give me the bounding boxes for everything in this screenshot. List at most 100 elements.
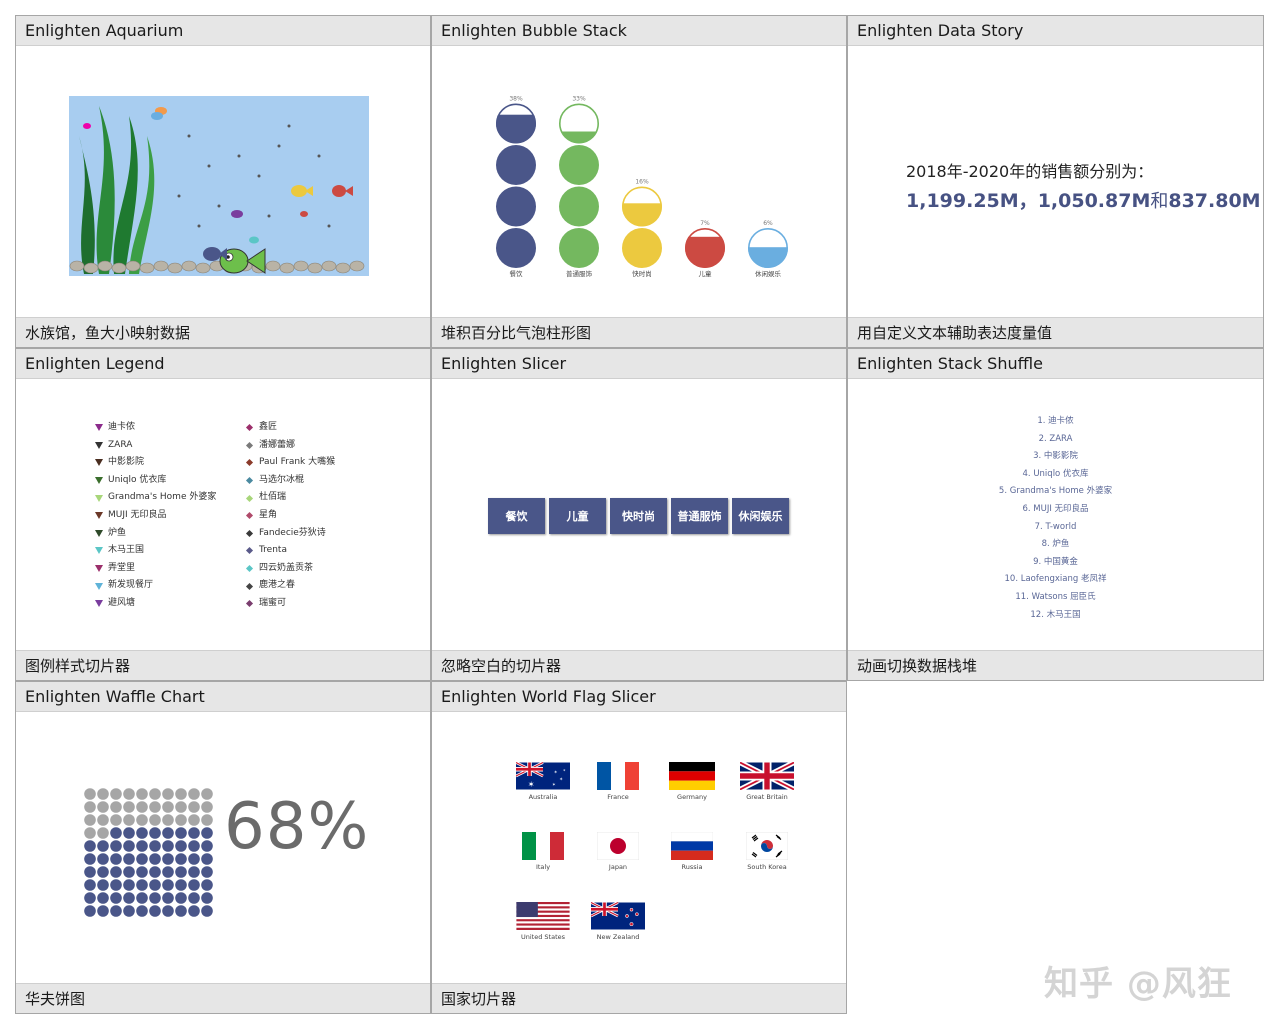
legend-item[interactable]: Trenta [245, 542, 335, 560]
flag-item-japan[interactable]: Japan [578, 832, 658, 871]
france-flag-icon [597, 762, 639, 790]
legend-item[interactable]: 新发现餐厅 [95, 577, 216, 595]
flag-item-australia[interactable]: ✶ ✶ ✶ ✶ ✶ Australia [503, 762, 583, 801]
card-title: Enlighten Aquarium [16, 16, 430, 46]
legend-item[interactable]: Grandma's Home 外婆家 [95, 489, 216, 507]
list-item[interactable]: 1. 迪卡侬 [848, 413, 1263, 431]
legend-item[interactable]: 瑞蜜可 [245, 595, 335, 613]
list-item[interactable]: 7. T-world [848, 519, 1263, 537]
flag-item-italy[interactable]: Italy [503, 832, 583, 871]
waffle-dot [123, 827, 135, 839]
waffle-dot [175, 840, 187, 852]
legend-item[interactable]: 中影影院 [95, 454, 216, 472]
list-item[interactable]: 3. 中影影院 [848, 448, 1263, 466]
waffle-dot [162, 801, 174, 813]
story-text: 2018年-2020年的销售额分别为： 1,199.25M，1,050.87M和… [906, 158, 1261, 213]
slicer-button-kuaishishang[interactable]: 快时尚 [610, 498, 667, 534]
list-item[interactable]: 5. Grandma's Home 外婆家 [848, 483, 1263, 501]
triangle-icon [95, 547, 103, 555]
slicer-visual: 餐饮 儿童 快时尚 普通服饰 休闲娱乐 [432, 379, 846, 650]
waffle-dot [136, 827, 148, 839]
list-item[interactable]: 2. ZARA [848, 431, 1263, 449]
legend-label: Uniqlo 优衣库 [108, 474, 167, 485]
legend-item[interactable]: 杜佰瑞 [245, 489, 335, 507]
waffle-dot [162, 840, 174, 852]
flag-item-france[interactable]: France [578, 762, 658, 801]
waffle-dot [97, 801, 109, 813]
legend-label: Grandma's Home 外婆家 [108, 492, 217, 503]
japan-flag-icon [597, 832, 639, 860]
legend-item[interactable]: 避风塘 [95, 595, 216, 613]
bubble-stack-card[interactable]: Enlighten Bubble Stack 38% 餐饮 33% 普通服饰 16% 快时… [431, 15, 847, 348]
legend-item[interactable]: Uniqlo 优衣库 [95, 472, 216, 490]
data-story-card[interactable]: Enlighten Data Story 2018年-2020年的销售额分别为：… [847, 15, 1264, 348]
slicer-button-ertong[interactable]: 儿童 [549, 498, 606, 534]
waffle-dot [149, 814, 161, 826]
flag-item-great-britain[interactable]: Great Britain [727, 762, 807, 801]
list-item[interactable]: 11. Watsons 屈臣氏 [848, 589, 1263, 607]
flag-label: United States [520, 933, 565, 941]
legend-item[interactable]: 迪卡侬 [95, 419, 216, 437]
legend-item[interactable]: 潘娜蕾娜 [245, 437, 335, 455]
slicer-button-putongfushi[interactable]: 普通服饰 [671, 498, 728, 534]
legend-label: 弄堂里 [108, 562, 136, 573]
waffle-dot [110, 905, 122, 917]
legend-item[interactable]: 木马王国 [95, 542, 216, 560]
legend-label: 鑫匠 [259, 422, 278, 432]
legend-item[interactable]: MUJI 无印良品 [95, 507, 216, 525]
waffle-dot [149, 840, 161, 852]
flag-item-russia[interactable]: Russia [652, 832, 732, 871]
legend-label: 中影影院 [108, 457, 145, 468]
slicer-button-xiuxianyule[interactable]: 休闲娱乐 [732, 498, 789, 534]
legend-item[interactable]: 弄堂里 [95, 560, 216, 578]
list-item[interactable]: 6. MUJI 无印良品 [848, 501, 1263, 519]
slicer-card[interactable]: Enlighten Slicer 餐饮 儿童 快时尚 普通服饰 休闲娱乐 忽略空… [431, 348, 847, 681]
stack-shuffle-card[interactable]: Enlighten Stack Shuffle 1. 迪卡侬 2. ZARA 3… [847, 348, 1264, 681]
bubble-stack-visual: 38% 餐饮 33% 普通服饰 16% 快时尚 7% 儿童 6% 休闲娱乐 [432, 46, 846, 317]
flag-item-germany[interactable]: Germany [652, 762, 732, 801]
bubble-fill [685, 236, 725, 268]
waffle-dot [110, 866, 122, 878]
waffle-dot [201, 905, 213, 917]
list-item[interactable]: 10. Laofengxiang 老凤祥 [848, 571, 1263, 589]
triangle-icon [95, 424, 103, 432]
slicer-button-canyin[interactable]: 餐饮 [488, 498, 545, 534]
flag-slicer-card[interactable]: Enlighten World Flag Slicer ✶ ✶ ✶ ✶ ✶ Aust… [431, 681, 847, 1014]
list-item[interactable]: 9. 中国黄金 [848, 554, 1263, 572]
diamond-icon [245, 459, 254, 467]
svg-text:✶: ✶ [563, 769, 566, 773]
list-item[interactable]: 4. Uniqlo 优衣库 [848, 466, 1263, 484]
flag-item-new-zealand[interactable]: New Zealand [578, 902, 658, 941]
legend-item[interactable]: 炉鱼 [95, 525, 216, 543]
bubble-circle [559, 186, 599, 227]
legend-card[interactable]: Enlighten Legend 迪卡侬 ZARA 中影影院 Uniqlo 优衣库 Gr… [15, 348, 431, 681]
legend-visual: 迪卡侬 ZARA 中影影院 Uniqlo 优衣库 Grandma's Home 外婆家 M… [16, 379, 430, 650]
legend-item[interactable]: Paul Frank 大嘴猴 [245, 454, 335, 472]
legend-item[interactable]: 马选尔冰棍 [245, 472, 335, 490]
bubble-circle [559, 145, 599, 185]
legend-item[interactable]: 四云奶盖贡茶 [245, 560, 335, 578]
list-item[interactable]: 12. 木马王国 [848, 607, 1263, 625]
aquarium-card[interactable]: Enlighten Aquarium 水族馆，鱼大小映射数据 [15, 15, 431, 348]
waffle-dot [162, 788, 174, 800]
diamond-icon [245, 512, 254, 520]
flag-item-united-states[interactable]: United States [503, 902, 583, 941]
list-item[interactable]: 8. 炉鱼 [848, 536, 1263, 554]
russia-flag-icon [671, 832, 713, 860]
legend-item[interactable]: 鹿港之春 [245, 577, 335, 595]
legend-item[interactable]: 星角 [245, 507, 335, 525]
waffle-dot [188, 840, 200, 852]
flag-item-south-korea[interactable]: South Korea [727, 832, 807, 871]
legend-item[interactable]: ZARA [95, 437, 216, 455]
legend-item[interactable]: Fandecie芬狄诗 [245, 525, 335, 543]
waffle-dot [188, 814, 200, 826]
card-title: Enlighten Stack Shuffle [848, 349, 1263, 379]
bubble-percent-label: 33% [572, 96, 586, 103]
legend-item[interactable]: 鑫匠 [245, 419, 335, 437]
bubble-fill [622, 203, 662, 227]
waffle-card[interactable]: Enlighten Waffle Chart 68% 华夫饼图 [15, 681, 431, 1014]
legend-label: Fandecie芬狄诗 [259, 527, 326, 538]
waffle-dot [175, 853, 187, 865]
waffle-dot [201, 801, 213, 813]
waffle-dot [97, 814, 109, 826]
